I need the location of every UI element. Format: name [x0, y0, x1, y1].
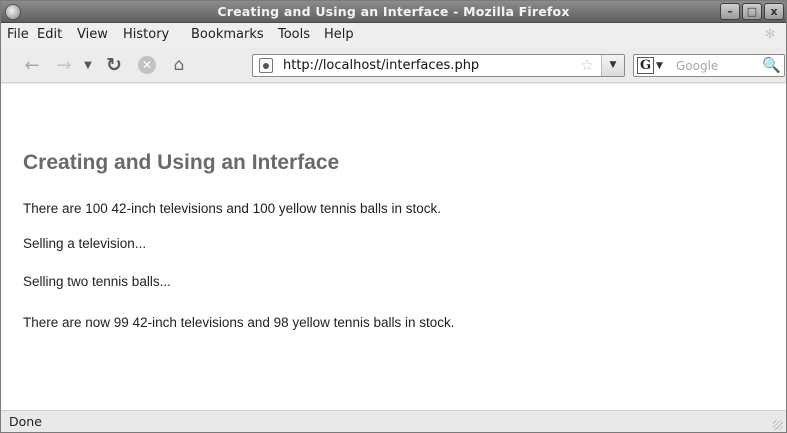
- selling-television-text: Selling a television...: [23, 236, 147, 251]
- google-engine-icon: G: [637, 57, 654, 74]
- activity-throbber-icon: ✻: [764, 27, 776, 42]
- forward-button[interactable]: →: [51, 53, 77, 77]
- browser-window: Creating and Using an Interface - Mozill…: [0, 0, 787, 433]
- menu-tools[interactable]: Tools: [278, 27, 310, 42]
- menu-view[interactable]: View: [77, 27, 108, 42]
- page-content: Creating and Using an Interface There ar…: [1, 84, 786, 410]
- reload-button[interactable]: ↻: [102, 53, 126, 77]
- search-bar: G ▼ 🔍: [633, 54, 785, 77]
- stop-icon: ✕: [138, 56, 156, 74]
- history-dropdown-button[interactable]: ▼: [81, 53, 95, 77]
- menu-help[interactable]: Help: [324, 27, 354, 42]
- url-history-dropdown[interactable]: ▼: [601, 55, 624, 76]
- close-button[interactable]: x: [764, 3, 784, 20]
- stop-button[interactable]: ✕: [135, 53, 159, 77]
- menu-bookmarks[interactable]: Bookmarks: [191, 27, 264, 42]
- menu-history[interactable]: History: [123, 27, 169, 42]
- back-button[interactable]: ←: [19, 53, 45, 77]
- stock-final-text: There are now 99 42-inch televisions and…: [23, 315, 455, 330]
- bookmark-star-icon[interactable]: ☆: [581, 56, 594, 74]
- title-bar[interactable]: Creating and Using an Interface - Mozill…: [1, 1, 786, 23]
- chevron-down-icon: ▼: [84, 59, 92, 71]
- selling-tennis-balls-text: Selling two tennis balls...: [23, 274, 171, 289]
- search-input[interactable]: [676, 57, 760, 74]
- window-controls: – □ x: [720, 3, 784, 20]
- maximize-button[interactable]: □: [742, 3, 762, 20]
- resize-grip-icon[interactable]: [773, 420, 783, 430]
- menu-edit[interactable]: Edit: [37, 27, 62, 42]
- window-title: Creating and Using an Interface - Mozill…: [217, 4, 570, 19]
- chevron-down-icon: ▼: [609, 60, 617, 70]
- forward-arrow-icon: →: [56, 54, 72, 76]
- menu-bar: File Edit View History Bookmarks Tools H…: [1, 23, 786, 47]
- navigation-toolbar: ← → ▼ ↻ ✕ ⌂ http://localhost/interfaces.…: [1, 47, 786, 83]
- site-identity-icon[interactable]: [259, 58, 273, 73]
- back-arrow-icon: ←: [24, 54, 40, 76]
- url-input[interactable]: http://localhost/interfaces.php: [283, 58, 479, 73]
- search-icon[interactable]: 🔍: [762, 56, 781, 74]
- search-engine-selector[interactable]: G ▼: [637, 57, 663, 74]
- menu-file[interactable]: File: [7, 27, 29, 42]
- page-heading: Creating and Using an Interface: [23, 151, 340, 174]
- minimize-button[interactable]: –: [720, 3, 740, 20]
- status-text: Done: [9, 414, 42, 429]
- chevron-down-icon: ▼: [656, 60, 663, 71]
- status-bar: Done: [1, 410, 786, 432]
- home-button[interactable]: ⌂: [167, 53, 191, 77]
- home-icon: ⌂: [173, 55, 185, 75]
- address-bar[interactable]: http://localhost/interfaces.php ☆ ▼: [252, 54, 625, 77]
- reload-icon: ↻: [106, 54, 122, 76]
- stock-initial-text: There are 100 42-inch televisions and 10…: [23, 201, 441, 216]
